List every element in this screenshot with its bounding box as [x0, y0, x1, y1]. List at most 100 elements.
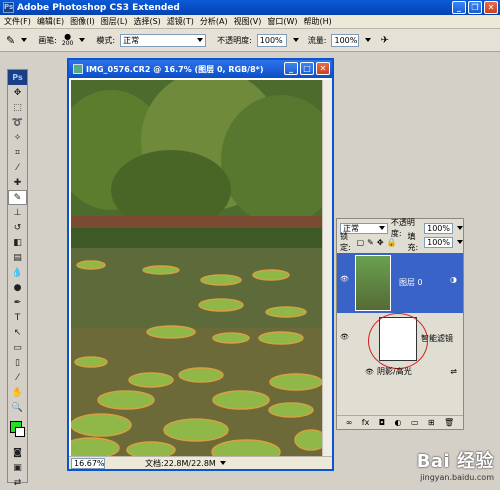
restore-button[interactable]: ❐ [468, 1, 482, 14]
doc-close-button[interactable]: ✕ [316, 62, 330, 75]
color-swatches [8, 415, 27, 445]
mode-label: 模式: [96, 35, 116, 45]
options-bar: ✎ 画笔: ● 200 模式: 正常 不透明度: 100% 流量: 100% ✈ [0, 29, 500, 52]
magic-wand-tool-icon[interactable]: ✧ [8, 130, 27, 145]
brush-label: 画笔: [38, 35, 57, 45]
crop-tool-icon[interactable]: ⌗ [8, 145, 27, 160]
canvas[interactable] [71, 80, 324, 456]
doc-size-info: 文档:22.8M/22.8M [145, 458, 216, 468]
vertical-scrollbar[interactable] [322, 80, 332, 456]
blur-tool-icon[interactable]: 💧 [8, 265, 27, 280]
lock-label: 锁定: [340, 232, 351, 252]
doc-maximize-button[interactable]: □ [300, 62, 314, 75]
fill-field[interactable]: 100% [424, 236, 453, 248]
close-button[interactable]: ✕ [484, 1, 498, 14]
opacity-dropdown-icon[interactable] [292, 38, 299, 42]
menu-help[interactable]: 帮助(H) [304, 16, 332, 27]
airbrush-icon[interactable]: ✈ [380, 35, 388, 46]
layers-blend-row: 正常 不透明度: 100% [337, 218, 463, 238]
quick-mask-icon[interactable]: ◙ [8, 445, 27, 460]
menu-window[interactable]: 窗口(W) [267, 16, 297, 27]
mode-value: 正常 [123, 35, 140, 45]
toolbox: Ps ✥ ⬚ ➰ ✧ ⌗ ⁄ ✚ ✎ ⊥ ↺ ◧ ▤ 💧 ● ✒ T ↖ ▭ ▯… [7, 69, 28, 488]
doc-minimize-button[interactable]: _ [284, 62, 298, 75]
blend-mode-dropdown-icon [378, 226, 385, 230]
mode-dropdown-icon [197, 38, 204, 42]
smart-filter-eye-icon[interactable]: 👁 [340, 333, 349, 341]
tool-preset-dropdown-icon[interactable] [21, 38, 28, 42]
filter-eye-icon[interactable]: 👁 [365, 365, 374, 379]
flow-field[interactable]: 100% [331, 33, 360, 47]
lock-image-icon[interactable]: ✎ [367, 238, 374, 247]
type-tool-icon[interactable]: T [8, 310, 27, 325]
zoom-tool-icon[interactable]: 🔍 [8, 400, 27, 415]
new-group-icon[interactable]: ▭ [411, 418, 419, 427]
new-layer-icon[interactable]: ⊞ [428, 418, 435, 427]
mode-select[interactable]: 正常 [120, 33, 207, 47]
brush-tool-icon-selected[interactable]: ✎ [8, 190, 27, 205]
link-layers-icon[interactable]: ∞ [346, 418, 353, 427]
layer-opacity-dropdown-icon[interactable] [457, 226, 463, 230]
pen-tool-icon[interactable]: ✒ [8, 295, 27, 310]
menu-filter[interactable]: 滤镜(T) [167, 16, 194, 27]
move-tool-icon[interactable]: ✥ [8, 85, 27, 100]
menu-view[interactable]: 视图(V) [234, 16, 262, 27]
opacity-field[interactable]: 100% [256, 33, 287, 47]
layer-name: 图层 0 [399, 278, 423, 287]
slice-tool-icon[interactable]: ⁄ [8, 160, 27, 175]
layer-style-icon[interactable]: fx [362, 418, 370, 427]
brush-dropdown-icon[interactable] [79, 38, 86, 42]
app-titlebar: Ps Adobe Photoshop CS3 Extended _ ❐ ✕ [0, 0, 500, 15]
stamp-tool-icon[interactable]: ⊥ [8, 205, 27, 220]
layer-row-layer0[interactable]: 👁 图层 0 ◑ [337, 253, 463, 313]
gradient-tool-icon[interactable]: ▤ [8, 250, 27, 265]
menu-select[interactable]: 选择(S) [133, 16, 160, 27]
notes-tool-icon[interactable]: ▯ [8, 355, 27, 370]
background-color-swatch[interactable] [15, 427, 25, 437]
menu-layer[interactable]: 图层(L) [101, 16, 128, 27]
lock-position-icon[interactable]: ✥ [377, 238, 384, 247]
brush-tool-icon[interactable]: ✎ [6, 34, 15, 47]
visibility-eye-icon[interactable]: 👁 [340, 275, 349, 283]
lock-transparent-icon[interactable]: ▢ [357, 238, 365, 247]
hand-tool-icon[interactable]: ✋ [8, 385, 27, 400]
adjustment-layer-icon[interactable]: ◐ [395, 418, 402, 427]
marquee-tool-icon[interactable]: ⬚ [8, 100, 27, 115]
flow-dropdown-icon[interactable] [365, 38, 372, 42]
menu-edit[interactable]: 编辑(E) [37, 16, 64, 27]
brush-preview[interactable]: ● 200 [61, 32, 74, 48]
lock-all-icon[interactable]: 🔒 [387, 238, 397, 247]
minimize-button[interactable]: _ [452, 1, 466, 14]
eyedropper-tool-icon[interactable]: ⁄ [8, 370, 27, 385]
app-title: Adobe Photoshop CS3 Extended [17, 2, 180, 13]
watermark-logo: Bai 经验 [416, 451, 494, 472]
healing-tool-icon[interactable]: ✚ [8, 175, 27, 190]
toolbox-ps-logo: Ps [8, 70, 27, 85]
path-select-tool-icon[interactable]: ↖ [8, 325, 27, 340]
filter-row-shadow-highlight[interactable]: 👁 阴影/高光 ⇌ [337, 365, 463, 379]
lasso-tool-icon[interactable]: ➰ [8, 115, 27, 130]
dodge-tool-icon[interactable]: ● [8, 280, 27, 295]
layer-opacity-field[interactable]: 100% [424, 222, 453, 234]
ps-app-icon: Ps [3, 2, 14, 13]
delete-layer-icon[interactable]: 🗑 [444, 418, 454, 427]
imageready-icon[interactable]: ⇄ [8, 475, 27, 490]
filter-options-icon[interactable]: ⇌ [450, 365, 457, 379]
menu-file[interactable]: 文件(F) [4, 16, 31, 27]
add-mask-icon[interactable]: ◘ [379, 418, 385, 427]
history-brush-tool-icon[interactable]: ↺ [8, 220, 27, 235]
watermark: Bai 经验 jingyan.baidu.com [417, 447, 494, 482]
menu-analysis[interactable]: 分析(A) [200, 16, 228, 27]
brush-size: 200 [61, 40, 74, 47]
fill-dropdown-icon[interactable] [457, 240, 463, 244]
eraser-tool-icon[interactable]: ◧ [8, 235, 27, 250]
shape-tool-icon[interactable]: ▭ [8, 340, 27, 355]
layers-panel: 正常 不透明度: 100% 锁定: ▢ ✎ ✥ 🔒 填充: 100% 👁 图层 … [336, 218, 464, 430]
zoom-field[interactable]: 16.67% [71, 457, 105, 469]
menu-image[interactable]: 图像(I) [70, 16, 95, 27]
opacity-label: 不透明度: [217, 35, 252, 45]
status-menu-icon[interactable] [219, 461, 226, 465]
screen-mode-icon[interactable]: ▣ [8, 460, 27, 475]
smart-object-icon: ◑ [450, 275, 457, 284]
brush-dot-icon: ● [64, 32, 72, 41]
